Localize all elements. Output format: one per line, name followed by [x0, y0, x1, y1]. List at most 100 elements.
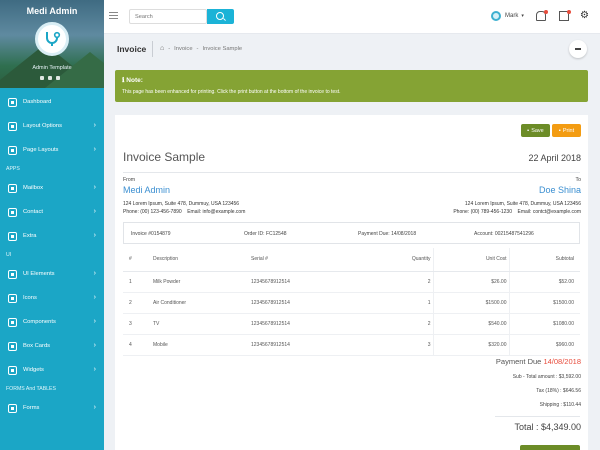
- note-heading: Note:: [126, 77, 143, 84]
- column-header: Serial #: [251, 248, 361, 272]
- payment-due-info: Payment Due: 14/08/2018: [358, 231, 417, 237]
- sidebar-quick-links[interactable]: [40, 76, 60, 80]
- recipient-contact: Phone: (00) 789-456-1230 Email: contct@e…: [453, 209, 581, 215]
- invoice-number: Invoice #0154879: [131, 231, 171, 237]
- note-text: This page has been enhanced for printing…: [122, 89, 341, 95]
- gear-icon[interactable]: ⚙: [580, 11, 590, 21]
- widgets-icon: [8, 365, 17, 375]
- from-label: From: [123, 177, 136, 183]
- sidebar-item-mailbox[interactable]: Mailbox ›: [0, 176, 104, 200]
- column-header: Unit Cost: [432, 248, 509, 272]
- chevron-right-icon: ›: [93, 208, 96, 215]
- table-row: 3 TV 12345678912514 2 $540.00 $1080.00: [123, 313, 580, 335]
- table-cell: 12345678912514: [251, 313, 361, 335]
- breadcrumb-item-current: Invoice Sample: [202, 45, 243, 52]
- search-icon[interactable]: [207, 9, 234, 24]
- table-cell: 2: [361, 313, 433, 335]
- sidebar-item-label: Icons: [23, 295, 37, 301]
- order-id: Order ID: FC12548: [244, 231, 287, 237]
- sidebar-item-icons[interactable]: Icons ›: [0, 286, 104, 310]
- sidebar-item-label: Dashboard: [23, 99, 52, 105]
- stethoscope-icon: [46, 31, 61, 46]
- invoice-title: Invoice Sample: [123, 150, 206, 164]
- sidebar-item-ui-elements[interactable]: UI Elements ›: [0, 262, 104, 286]
- chevron-right-icon: ›: [93, 342, 96, 349]
- section-heading-forms: FORMS And TABLES: [6, 386, 56, 392]
- search-input[interactable]: [129, 9, 207, 24]
- ui-elements-icon: [8, 269, 17, 279]
- sidebar-item-box-cards[interactable]: Box Cards ›: [0, 334, 104, 358]
- sender-address: 124 Lorem Ipsum, Suite 478, Dummuy, USA …: [123, 201, 240, 207]
- sidebar-item-components[interactable]: Components ›: [0, 310, 104, 334]
- chevron-right-icon: ›: [93, 146, 96, 153]
- sidebar-item-label: Layout Options: [23, 123, 62, 129]
- print-button[interactable]: ▪ Print: [552, 124, 581, 137]
- table-cell: Air Conditioner: [153, 292, 251, 314]
- icons-icon: [8, 293, 17, 303]
- brand-subtitle: Admin Template: [32, 65, 72, 71]
- avatar: [491, 11, 501, 21]
- sidebar-item-label: Page Layouts: [23, 147, 59, 153]
- sidebar-item-page-layouts[interactable]: Page Layouts ›: [0, 138, 104, 162]
- table-cell: $26.00: [432, 271, 509, 293]
- content-header: Invoice ⌂ - Invoice - Invoice Sample: [104, 34, 600, 64]
- menu-toggle-icon[interactable]: [109, 12, 118, 19]
- bell-icon[interactable]: [536, 10, 548, 21]
- sidebar-item-contact[interactable]: Contact ›: [0, 200, 104, 224]
- floppy-icon: ▪: [527, 127, 530, 134]
- minus-icon[interactable]: [569, 40, 587, 58]
- mail-dot-icon[interactable]: [48, 76, 52, 80]
- box-cards-icon: [8, 341, 17, 351]
- logo-avatar[interactable]: [35, 22, 69, 56]
- account-number: Account: 00215487541296: [474, 231, 534, 237]
- sidebar-item-widgets[interactable]: Widgets ›: [0, 358, 104, 382]
- breadcrumb-item-invoice[interactable]: Invoice: [174, 46, 192, 52]
- submit-payment-button[interactable]: [520, 445, 580, 450]
- table-cell: 3: [361, 334, 433, 356]
- column-header: Quantity: [361, 248, 433, 272]
- chevron-right-icon: ›: [93, 318, 96, 325]
- sender-contact: Phone: (00) 123-456-7890 Email: info@exa…: [123, 209, 246, 215]
- sidebar-item-label: Forms: [23, 405, 40, 411]
- user-menu[interactable]: Mark ▾: [491, 11, 524, 21]
- save-label: Save: [531, 127, 544, 134]
- divider: [152, 41, 153, 57]
- sidebar-item-label: UI Elements: [23, 271, 55, 277]
- chevron-right-icon: ›: [93, 232, 96, 239]
- notifications-box-icon[interactable]: [559, 10, 571, 21]
- sidebar-item-label: Components: [23, 319, 56, 325]
- table-cell: $1080.00: [508, 313, 580, 335]
- chevron-right-icon: ›: [93, 366, 96, 373]
- sidebar-item-label: Extra: [23, 233, 37, 239]
- home-icon[interactable]: ⌂: [160, 45, 164, 52]
- save-button[interactable]: ▪ Save: [521, 124, 550, 137]
- table-cell: 2: [361, 271, 433, 293]
- payment-due: Payment Due 14/08/2018: [496, 357, 581, 366]
- chevron-right-icon: ›: [93, 270, 96, 277]
- user-name: Mark: [505, 13, 519, 19]
- total-amount: Total : $4,349.00: [514, 422, 581, 432]
- page-title: Invoice: [117, 44, 147, 54]
- sidebar-item-extra[interactable]: Extra ›: [0, 224, 104, 248]
- page-layouts-icon: [8, 145, 17, 155]
- settings-dot-icon[interactable]: [40, 76, 44, 80]
- sidebar-item-layout-options[interactable]: Layout Options ›: [0, 114, 104, 138]
- table-cell: 3: [123, 313, 153, 335]
- sidebar-item-dashboard[interactable]: Dashboard: [0, 90, 104, 114]
- invoice-card: ▪ Save ▪ Print Invoice Sample 22 April 2…: [115, 115, 588, 450]
- table-cell: Milk Powder: [153, 271, 251, 293]
- power-dot-icon[interactable]: [56, 76, 60, 80]
- sidebar-item-forms[interactable]: Forms ›: [0, 396, 104, 420]
- recipient-name: Doe Shina: [538, 185, 581, 195]
- breadcrumb-separator: -: [168, 45, 171, 52]
- chevron-right-icon: ›: [93, 184, 96, 191]
- divider: [495, 416, 580, 417]
- print-label: Print: [562, 127, 575, 134]
- sidebar-item-label: Mailbox: [23, 185, 43, 191]
- print-note-alert: ℹ Note: This page has been enhanced for …: [115, 70, 588, 102]
- contact-icon: [8, 207, 17, 217]
- brand-title[interactable]: Medi Admin: [0, 6, 104, 16]
- forms-icon: [8, 403, 17, 413]
- sidebar-item-label: Widgets: [23, 367, 44, 373]
- table-cell: $320.00: [432, 334, 509, 356]
